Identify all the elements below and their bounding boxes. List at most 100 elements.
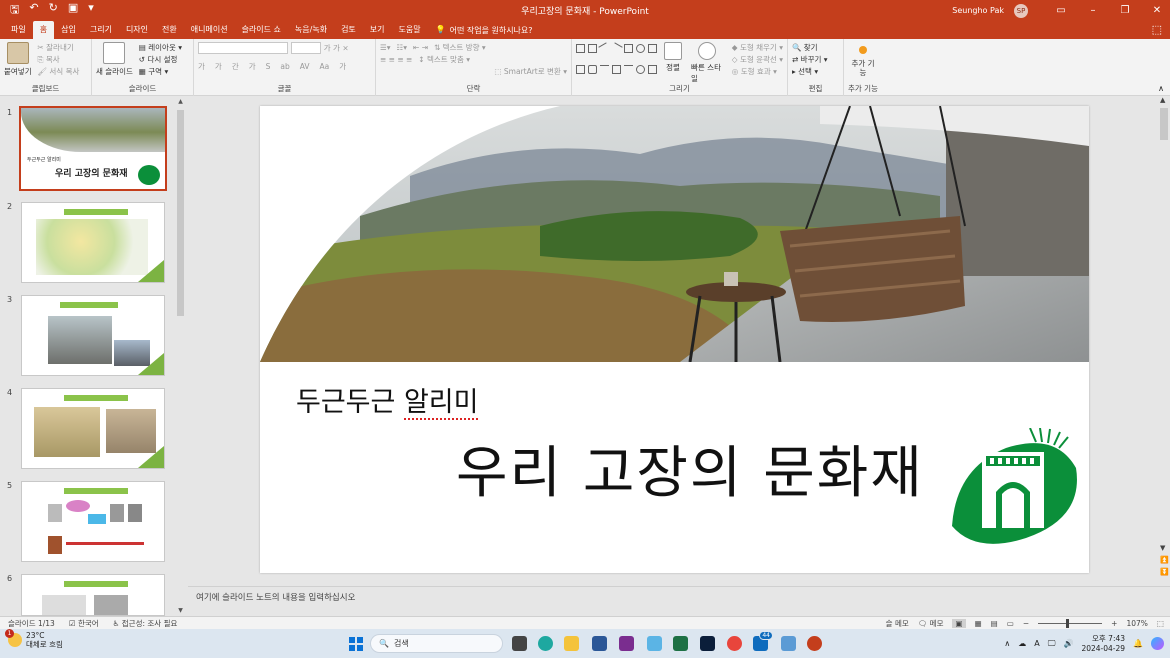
avatar[interactable]: SP [1014, 3, 1028, 18]
underline-button[interactable]: 간 [232, 61, 239, 73]
collapse-ribbon-icon[interactable]: ∧ [1158, 84, 1164, 93]
scroll-up-icon[interactable]: ▲ [1160, 96, 1165, 104]
accessibility-status[interactable]: ♿ 접근성: 조사 필요 [113, 618, 178, 629]
zoom-slider-thumb[interactable] [1066, 619, 1070, 628]
notification-icon[interactable]: 🔔 [1133, 639, 1143, 648]
scroll-up-icon[interactable]: ▲ [176, 98, 185, 107]
tell-me-box[interactable]: 💡 어떤 작업을 원하시나요? [428, 22, 541, 39]
char-spacing-button[interactable]: ab [280, 61, 289, 73]
bullets-button[interactable]: ☰▾ [380, 42, 391, 54]
zoom-in-icon[interactable]: + [1111, 619, 1117, 628]
previous-slide-icon[interactable]: ⏫ [1160, 556, 1169, 564]
shape-fill-button[interactable]: ◆ 도형 채우기 ▾ [732, 42, 783, 54]
volume-icon[interactable]: 🔊 [1063, 639, 1073, 648]
quick-styles-button[interactable]: 빠른 스타일 [691, 42, 723, 84]
minimize-icon[interactable]: – [1080, 5, 1106, 16]
font-grow-shrink[interactable]: 가 가 ⨯ [324, 44, 349, 53]
zoom-out-icon[interactable]: − [1023, 619, 1029, 628]
close-icon[interactable]: ✕ [1144, 5, 1170, 16]
thumbnail-slide-3[interactable] [21, 295, 165, 376]
onenote-icon[interactable] [619, 636, 634, 651]
tab-file[interactable]: 파일 [4, 21, 33, 39]
tab-review[interactable]: 검토 [334, 21, 363, 39]
undo-icon[interactable]: ↶ [29, 1, 38, 20]
editor-scrollbar[interactable]: ▲ ▼ ⏫ ⏬ [1158, 96, 1170, 586]
word-icon[interactable] [592, 636, 607, 651]
cut-button[interactable]: ✂ 잘라내기 [37, 42, 79, 54]
emblem-logo[interactable] [946, 428, 1080, 552]
paste-button[interactable]: 붙여넣기 [4, 42, 32, 77]
save-icon[interactable]: 🖫 [10, 1, 19, 20]
weather-widget[interactable]: 1 23°C 대체로 흐림 [5, 629, 63, 649]
tab-home[interactable]: 홈 [32, 21, 55, 39]
scrollbar-thumb[interactable] [177, 110, 184, 316]
indent-buttons[interactable]: ⇤ ⇥ [413, 42, 428, 54]
slide-subtitle[interactable]: 두근두근 알리미 [296, 380, 479, 420]
user-name[interactable]: Seungho Pak [952, 6, 1004, 15]
editor-scrollbar-thumb[interactable] [1160, 108, 1168, 140]
spacing-button[interactable]: AV [300, 61, 310, 73]
slide-sorter-icon[interactable]: ▦ [975, 619, 982, 628]
slide-canvas[interactable]: 두근두근 알리미 우리 고장의 문화재 [260, 106, 1089, 573]
ime-icon[interactable]: A [1034, 639, 1039, 648]
italic-button[interactable]: 가 [215, 61, 222, 73]
zoom-level[interactable]: 107% [1126, 619, 1147, 628]
photoshop-icon[interactable] [700, 636, 715, 651]
numbering-button[interactable]: ☷▾ [397, 42, 408, 54]
taskbar-search[interactable]: 🔍 검색 [370, 634, 503, 653]
excel-icon[interactable] [673, 636, 688, 651]
clock[interactable]: 오후 7:43 2024-04-29 [1081, 634, 1125, 654]
normal-view-icon[interactable]: ▣ [952, 619, 966, 628]
customize-icon[interactable]: ▾ [88, 1, 94, 20]
reset-button[interactable]: ↺ 다시 설정 [139, 54, 182, 66]
font-size-box[interactable] [290, 42, 321, 54]
tab-help[interactable]: 도움말 [392, 21, 428, 39]
replace-button[interactable]: ⇄ 바꾸기 ▾ [792, 54, 839, 66]
maximize-icon[interactable]: ❐ [1112, 5, 1138, 16]
shape-outline-button[interactable]: ◇ 도형 윤곽선 ▾ [732, 54, 783, 66]
chrome-icon[interactable] [727, 636, 742, 651]
notes-pane[interactable]: 여기에 슬라이드 노트의 내용을 입력하십시오 [188, 586, 1170, 616]
arrange-button[interactable]: 정렬 [664, 42, 682, 84]
tab-draw[interactable]: 그리기 [83, 21, 119, 39]
comments-toggle[interactable]: 🗨 메모 [918, 618, 944, 629]
bold-button[interactable]: 가 [198, 61, 205, 73]
new-slide-button[interactable]: 새 슬라이드 [96, 42, 133, 77]
tab-insert[interactable]: 삽입 [54, 21, 83, 39]
shape-effects-button[interactable]: ◎ 도형 효과 ▾ [732, 66, 783, 78]
snipping-tool-icon[interactable] [647, 636, 662, 651]
powerpoint-icon[interactable] [807, 636, 822, 651]
ribbon-display-icon[interactable]: ▭ [1048, 5, 1074, 16]
shapes-gallery[interactable] [576, 42, 658, 84]
slideshow-view-icon[interactable]: ▭ [1007, 619, 1014, 628]
tab-animations[interactable]: 애니메이션 [184, 21, 235, 39]
select-button[interactable]: ▸ 선택 ▾ [792, 66, 839, 78]
onedrive-icon[interactable]: ☁ [1018, 639, 1026, 648]
tray-overflow-icon[interactable]: ∧ [1004, 639, 1010, 648]
thumbnail-slide-5[interactable] [21, 481, 165, 562]
align-text-button[interactable]: ↕ 텍스트 맞춤 ▾ [418, 54, 470, 66]
change-case-button[interactable]: Aa [320, 61, 330, 73]
layout-button[interactable]: ▤ 레이아웃 ▾ [139, 42, 182, 54]
slide-title[interactable]: 우리 고장의 문화재 [456, 428, 924, 509]
redo-icon[interactable]: ↻ [49, 1, 58, 20]
reading-view-icon[interactable]: ▤ [991, 619, 998, 628]
notes-toggle[interactable]: 슬 메모 [886, 618, 909, 629]
tab-design[interactable]: 디자인 [119, 21, 155, 39]
network-icon[interactable]: 🖵 [1048, 639, 1056, 649]
thumbnail-slide-2[interactable] [21, 202, 165, 283]
smartart-button[interactable]: ⬚ SmartArt로 변환 ▾ [494, 66, 567, 78]
thumbnail-slide-1[interactable]: 두근두근 알리미 우리 고장의 문화재 [19, 106, 167, 191]
strikethrough-button[interactable]: 가 [249, 61, 256, 73]
next-slide-icon[interactable]: ⏬ [1160, 568, 1169, 576]
copilot-icon[interactable] [538, 636, 553, 651]
app-icon[interactable] [781, 636, 796, 651]
thumbnail-slide-6[interactable] [21, 574, 165, 616]
copy-button[interactable]: ⎘ 복사 [37, 54, 79, 66]
shadow-button[interactable]: S [266, 61, 271, 73]
share-icon[interactable]: ⬚ [1152, 23, 1162, 36]
section-button[interactable]: ▦ 구역 ▾ [139, 66, 182, 78]
font-color-button[interactable]: 가 [339, 61, 346, 73]
outlook-icon[interactable]: 44 [753, 631, 773, 651]
tab-transitions[interactable]: 전환 [155, 21, 184, 39]
